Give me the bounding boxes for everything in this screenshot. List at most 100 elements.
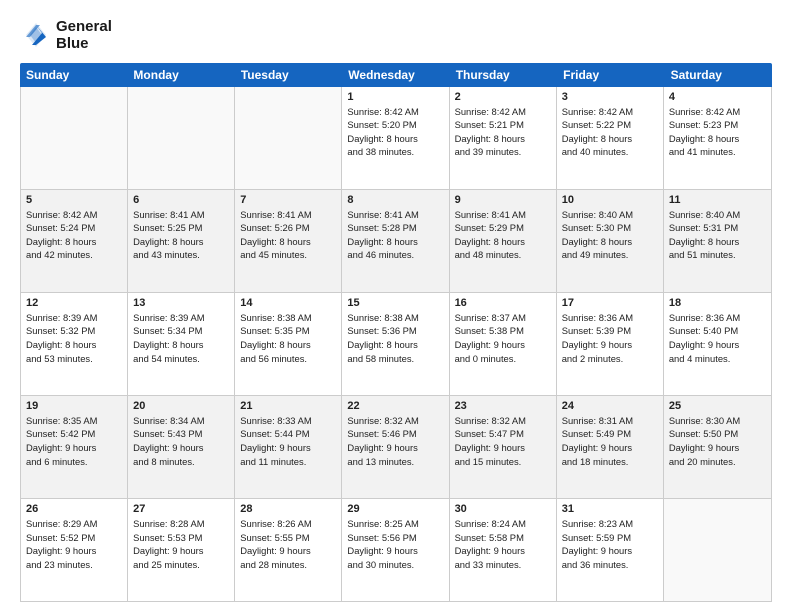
cal-cell: 17Sunrise: 8:36 AM Sunset: 5:39 PM Dayli… — [557, 293, 664, 395]
day-number: 27 — [133, 503, 229, 515]
day-info: Sunrise: 8:41 AM Sunset: 5:25 PM Dayligh… — [133, 208, 229, 263]
cal-cell: 7 Sunrise: 8:41 AM Sunset: 5:26 PM Daylig… — [235, 190, 342, 292]
cal-row: 19 Sunrise: 8:35 AM Sunset: 5:42 PM Dayli… — [21, 396, 771, 499]
cal-row: 5 Sunrise: 8:42 AM Sunset: 5:24 PM Daylig… — [21, 190, 771, 293]
cal-cell: 11Sunrise: 8:40 AM Sunset: 5:31 PM Dayli… — [664, 190, 771, 292]
day-number: 14 — [240, 297, 336, 309]
day-info: Sunrise: 8:32 AM Sunset: 5:47 PM Dayligh… — [455, 414, 551, 469]
day-number: 26 — [26, 503, 122, 515]
calendar-body: 1 Sunrise: 8:42 AM Sunset: 5:20 PM Daylig… — [20, 87, 772, 603]
cal-header-day: Friday — [557, 63, 664, 87]
day-info: Sunrise: 8:42 AM Sunset: 5:23 PM Dayligh… — [669, 105, 766, 160]
logo-container: General Blue — [20, 18, 112, 53]
day-number: 4 — [669, 91, 766, 103]
cal-cell: 12Sunrise: 8:39 AM Sunset: 5:32 PM Dayli… — [21, 293, 128, 395]
cal-cell: 27 Sunrise: 8:28 AM Sunset: 5:53 PM Dayli… — [128, 499, 235, 601]
day-number: 15 — [347, 297, 443, 309]
day-number: 13 — [133, 297, 229, 309]
day-info: Sunrise: 8:36 AM Sunset: 5:40 PM Dayligh… — [669, 311, 766, 366]
day-number: 24 — [562, 400, 658, 412]
logo-text: General Blue — [56, 18, 112, 53]
day-number: 7 — [240, 194, 336, 206]
logo: General Blue — [20, 18, 112, 53]
day-info: Sunrise: 8:41 AM Sunset: 5:28 PM Dayligh… — [347, 208, 443, 263]
cal-cell: 20 Sunrise: 8:34 AM Sunset: 5:43 PM Dayli… — [128, 396, 235, 498]
cal-cell — [235, 87, 342, 189]
day-number: 16 — [455, 297, 551, 309]
day-number: 23 — [455, 400, 551, 412]
day-number: 8 — [347, 194, 443, 206]
logo-svg — [20, 19, 52, 51]
day-number: 3 — [562, 91, 658, 103]
day-info: Sunrise: 8:26 AM Sunset: 5:55 PM Dayligh… — [240, 517, 336, 572]
calendar-header: SundayMondayTuesdayWednesdayThursdayFrid… — [20, 63, 772, 87]
cal-header-day: Thursday — [450, 63, 557, 87]
cal-cell: 13 Sunrise: 8:39 AM Sunset: 5:34 PM Dayli… — [128, 293, 235, 395]
day-info: Sunrise: 8:24 AM Sunset: 5:58 PM Dayligh… — [455, 517, 551, 572]
cal-cell: 15 Sunrise: 8:38 AM Sunset: 5:36 PM Dayli… — [342, 293, 449, 395]
cal-cell: 30 Sunrise: 8:24 AM Sunset: 5:58 PM Dayli… — [450, 499, 557, 601]
cal-cell: 1 Sunrise: 8:42 AM Sunset: 5:20 PM Daylig… — [342, 87, 449, 189]
cal-cell: 8 Sunrise: 8:41 AM Sunset: 5:28 PM Daylig… — [342, 190, 449, 292]
cal-cell: 6Sunrise: 8:41 AM Sunset: 5:25 PM Daylig… — [128, 190, 235, 292]
cal-cell: 4 Sunrise: 8:42 AM Sunset: 5:23 PM Daylig… — [664, 87, 771, 189]
cal-header-day: Monday — [127, 63, 234, 87]
day-info: Sunrise: 8:41 AM Sunset: 5:26 PM Dayligh… — [240, 208, 336, 263]
day-info: Sunrise: 8:42 AM Sunset: 5:24 PM Dayligh… — [26, 208, 122, 263]
day-info: Sunrise: 8:39 AM Sunset: 5:34 PM Dayligh… — [133, 311, 229, 366]
header: General Blue — [20, 18, 772, 53]
cal-cell: 5 Sunrise: 8:42 AM Sunset: 5:24 PM Daylig… — [21, 190, 128, 292]
cal-cell: 31 Sunrise: 8:23 AM Sunset: 5:59 PM Dayli… — [557, 499, 664, 601]
day-info: Sunrise: 8:41 AM Sunset: 5:29 PM Dayligh… — [455, 208, 551, 263]
day-number: 30 — [455, 503, 551, 515]
cal-cell: 28 Sunrise: 8:26 AM Sunset: 5:55 PM Dayli… — [235, 499, 342, 601]
calendar: SundayMondayTuesdayWednesdayThursdayFrid… — [20, 63, 772, 603]
page: General Blue SundayMondayTuesdayWednesda… — [0, 0, 792, 612]
cal-header-day: Saturday — [665, 63, 772, 87]
day-number: 18 — [669, 297, 766, 309]
day-number: 21 — [240, 400, 336, 412]
cal-cell: 10Sunrise: 8:40 AM Sunset: 5:30 PM Dayli… — [557, 190, 664, 292]
day-number: 20 — [133, 400, 229, 412]
day-info: Sunrise: 8:40 AM Sunset: 5:31 PM Dayligh… — [669, 208, 766, 263]
day-info: Sunrise: 8:42 AM Sunset: 5:20 PM Dayligh… — [347, 105, 443, 160]
cal-cell: 19 Sunrise: 8:35 AM Sunset: 5:42 PM Dayli… — [21, 396, 128, 498]
cal-cell: 2 Sunrise: 8:42 AM Sunset: 5:21 PM Daylig… — [450, 87, 557, 189]
cal-cell: 3Sunrise: 8:42 AM Sunset: 5:22 PM Daylig… — [557, 87, 664, 189]
cal-row: 1 Sunrise: 8:42 AM Sunset: 5:20 PM Daylig… — [21, 87, 771, 190]
cal-cell — [21, 87, 128, 189]
day-info: Sunrise: 8:36 AM Sunset: 5:39 PM Dayligh… — [562, 311, 658, 366]
day-number: 2 — [455, 91, 551, 103]
day-info: Sunrise: 8:23 AM Sunset: 5:59 PM Dayligh… — [562, 517, 658, 572]
day-info: Sunrise: 8:34 AM Sunset: 5:43 PM Dayligh… — [133, 414, 229, 469]
day-number: 22 — [347, 400, 443, 412]
cal-cell — [128, 87, 235, 189]
day-info: Sunrise: 8:25 AM Sunset: 5:56 PM Dayligh… — [347, 517, 443, 572]
cal-cell: 25Sunrise: 8:30 AM Sunset: 5:50 PM Dayli… — [664, 396, 771, 498]
cal-cell: 23 Sunrise: 8:32 AM Sunset: 5:47 PM Dayli… — [450, 396, 557, 498]
day-info: Sunrise: 8:35 AM Sunset: 5:42 PM Dayligh… — [26, 414, 122, 469]
day-info: Sunrise: 8:33 AM Sunset: 5:44 PM Dayligh… — [240, 414, 336, 469]
day-info: Sunrise: 8:38 AM Sunset: 5:35 PM Dayligh… — [240, 311, 336, 366]
cal-row: 12Sunrise: 8:39 AM Sunset: 5:32 PM Dayli… — [21, 293, 771, 396]
day-info: Sunrise: 8:40 AM Sunset: 5:30 PM Dayligh… — [562, 208, 658, 263]
day-info: Sunrise: 8:38 AM Sunset: 5:36 PM Dayligh… — [347, 311, 443, 366]
cal-cell: 26 Sunrise: 8:29 AM Sunset: 5:52 PM Dayli… — [21, 499, 128, 601]
day-number: 31 — [562, 503, 658, 515]
day-info: Sunrise: 8:42 AM Sunset: 5:21 PM Dayligh… — [455, 105, 551, 160]
cal-cell: 16Sunrise: 8:37 AM Sunset: 5:38 PM Dayli… — [450, 293, 557, 395]
cal-cell: 29Sunrise: 8:25 AM Sunset: 5:56 PM Dayli… — [342, 499, 449, 601]
cal-header-day: Wednesday — [342, 63, 449, 87]
cal-row: 26 Sunrise: 8:29 AM Sunset: 5:52 PM Dayli… — [21, 499, 771, 601]
day-number: 1 — [347, 91, 443, 103]
cal-cell: 18 Sunrise: 8:36 AM Sunset: 5:40 PM Dayli… — [664, 293, 771, 395]
day-number: 19 — [26, 400, 122, 412]
day-number: 9 — [455, 194, 551, 206]
cal-cell: 21 Sunrise: 8:33 AM Sunset: 5:44 PM Dayli… — [235, 396, 342, 498]
day-info: Sunrise: 8:28 AM Sunset: 5:53 PM Dayligh… — [133, 517, 229, 572]
day-number: 28 — [240, 503, 336, 515]
day-number: 5 — [26, 194, 122, 206]
day-info: Sunrise: 8:39 AM Sunset: 5:32 PM Dayligh… — [26, 311, 122, 366]
cal-cell: 9 Sunrise: 8:41 AM Sunset: 5:29 PM Daylig… — [450, 190, 557, 292]
day-info: Sunrise: 8:29 AM Sunset: 5:52 PM Dayligh… — [26, 517, 122, 572]
